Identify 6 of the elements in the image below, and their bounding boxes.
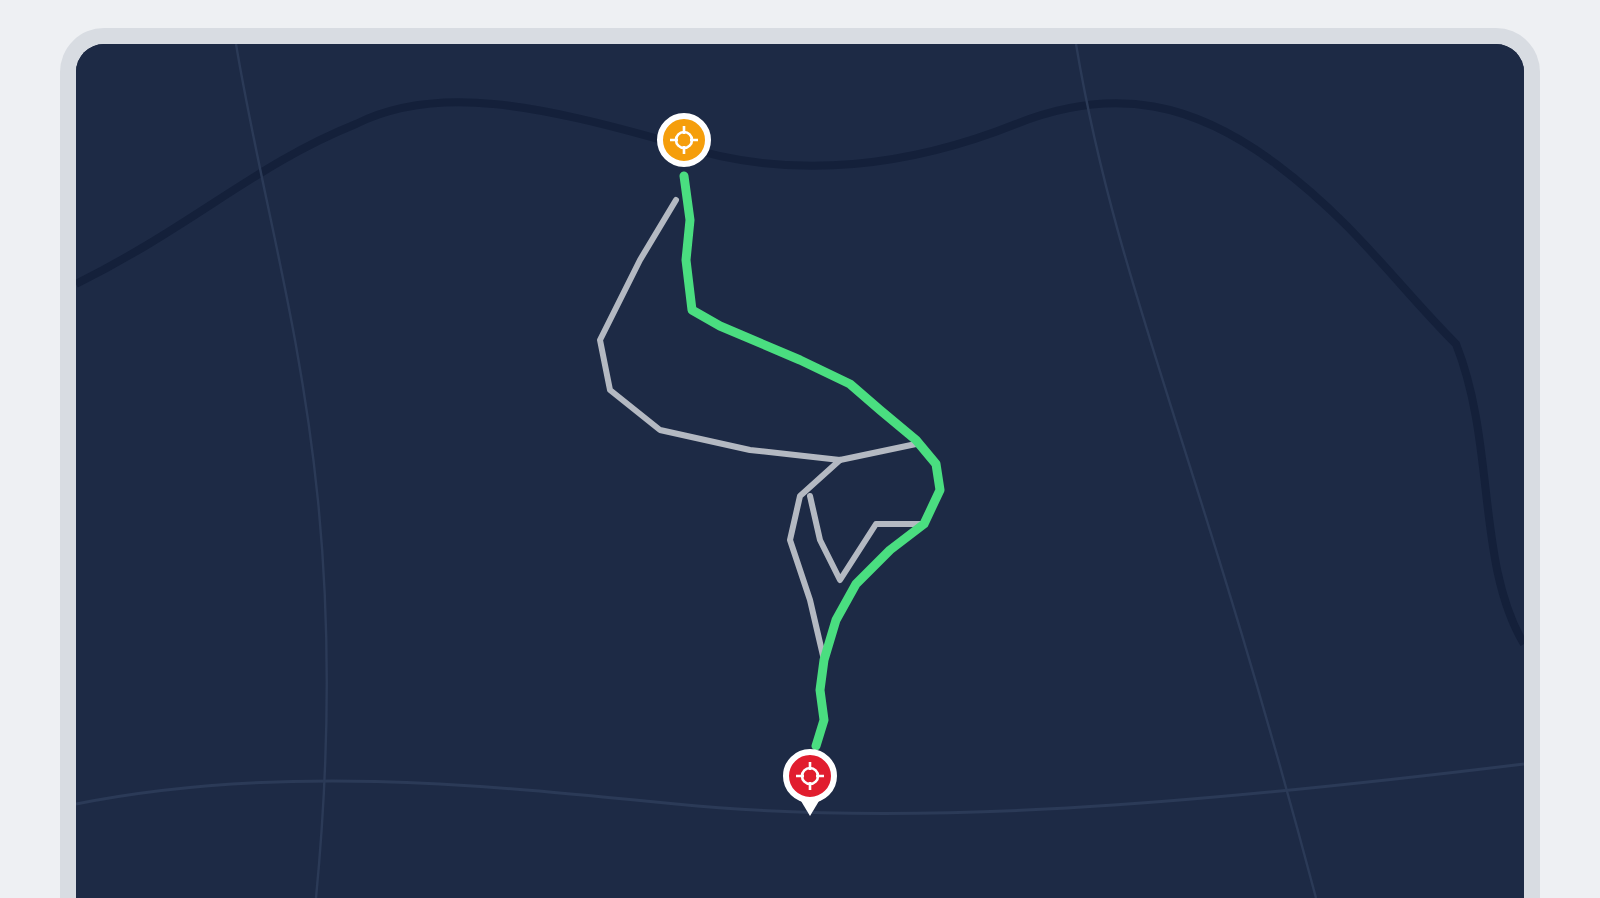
crosshair-icon xyxy=(794,760,826,792)
map-pin[interactable] xyxy=(783,749,837,816)
map-pin[interactable] xyxy=(657,113,711,167)
route-line[interactable] xyxy=(597,197,919,463)
route-line[interactable] xyxy=(679,171,945,751)
crosshair-icon xyxy=(668,124,700,156)
